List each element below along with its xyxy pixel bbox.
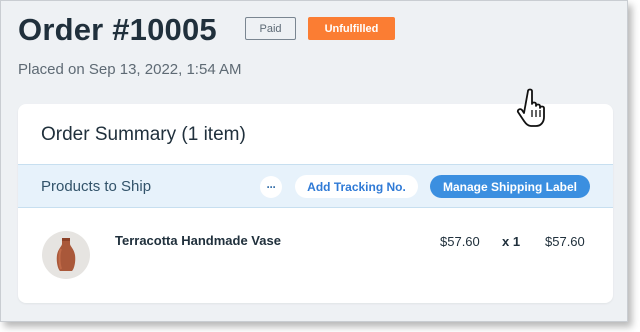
more-actions-button[interactable]: ···: [260, 176, 282, 198]
product-thumbnail: [42, 231, 90, 279]
order-page-frame: Order #10005 Paid Unfulfilled Placed on …: [0, 0, 628, 322]
product-name: Terracotta Handmade Vase: [115, 233, 281, 248]
order-summary-card: Order Summary (1 item) Products to Ship …: [18, 104, 613, 303]
page-title: Order #10005: [18, 12, 217, 47]
product-total: $57.60: [545, 234, 585, 249]
payment-status-badge: Paid: [245, 17, 296, 40]
product-price: $57.60: [440, 234, 480, 249]
fulfillment-status-badge: Unfulfilled: [308, 17, 395, 40]
add-tracking-button[interactable]: Add Tracking No.: [295, 175, 418, 198]
hand-pointer-cursor-icon: [516, 88, 545, 127]
products-to-ship-bar: Products to Ship ··· Add Tracking No. Ma…: [18, 164, 613, 208]
manage-shipping-label-button[interactable]: Manage Shipping Label: [430, 175, 590, 198]
vase-icon: [56, 238, 76, 271]
product-quantity: x 1: [502, 234, 521, 249]
products-to-ship-label: Products to Ship: [41, 178, 152, 195]
order-date: Placed on Sep 13, 2022, 1:54 AM: [18, 61, 242, 78]
order-summary-title: Order Summary (1 item): [41, 124, 246, 145]
